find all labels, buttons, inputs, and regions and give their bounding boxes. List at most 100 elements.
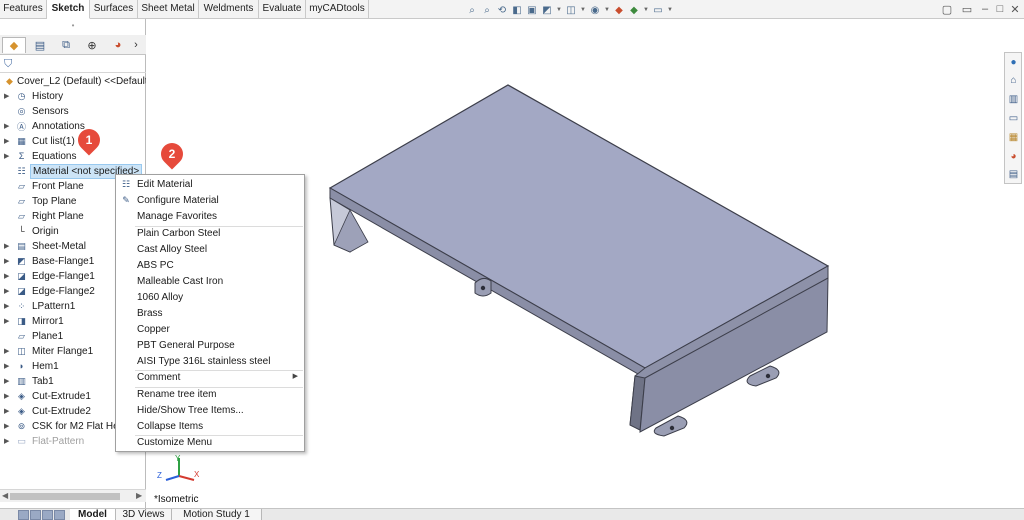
expand-arrow-icon[interactable]: ▶ <box>4 122 10 130</box>
panel-grip[interactable]: • <box>0 19 146 35</box>
sheet-metal-cover-model[interactable] <box>320 80 840 440</box>
expand-arrow-icon[interactable]: ▶ <box>4 317 10 325</box>
view-orientation-icon[interactable]: ◩ <box>541 4 553 16</box>
expand-arrow-icon[interactable]: ▶ <box>4 422 10 430</box>
menu-item-malleable-cast-iron[interactable]: Malleable Cast Iron <box>116 274 304 289</box>
expand-arrow-icon[interactable]: ▶ <box>4 152 10 160</box>
menu-item-collapse-items[interactable]: Collapse Items <box>116 419 304 434</box>
tree-item-part[interactable]: ◆ Cover_L2 (Default) <<Default> <box>0 74 146 89</box>
minimize-icon[interactable]: – <box>978 3 992 15</box>
tile-icon[interactable]: ▭ <box>960 3 974 16</box>
menu-item-comment[interactable]: Comment ▶ <box>116 370 304 385</box>
tab-weldments[interactable]: Weldments <box>199 0 259 19</box>
tree-item-cut-list[interactable]: ▶ ▦ Cut list(1) <box>0 134 146 149</box>
view-settings-icon[interactable]: ▭ <box>652 4 664 16</box>
zoom-area-icon[interactable]: ⌕ <box>481 4 493 16</box>
menu-item-abs-pc[interactable]: ABS PC <box>116 258 304 273</box>
menu-item-rename-tree-item[interactable]: Rename tree item <box>116 387 304 402</box>
tree-item-annotations[interactable]: ▶ Ⓐ Annotations <box>0 119 146 134</box>
menu-item-hide-show-tree-items[interactable]: Hide/Show Tree Items... <box>116 403 304 418</box>
appearance-icon[interactable]: ◆ <box>613 4 625 16</box>
expand-arrow-icon[interactable]: ▶ <box>4 137 10 145</box>
view-orientation-label: *Isometric <box>154 494 199 505</box>
dynamic-annotation-icon[interactable]: ▣ <box>526 4 538 16</box>
solidworks-forum-icon[interactable]: ▤ <box>1007 168 1020 181</box>
scroll-left-icon[interactable]: ◀ <box>2 491 8 500</box>
property-manager-icon[interactable]: ▤ <box>28 37 52 53</box>
tree-filter[interactable]: ⛉ <box>0 56 146 73</box>
menu-item-brass[interactable]: Brass <box>116 306 304 321</box>
home-icon[interactable]: ⌂ <box>1007 74 1020 87</box>
file-explorer-icon[interactable]: ▭ <box>1007 112 1020 125</box>
chevron-down-icon[interactable]: ▼ <box>643 4 649 16</box>
scrollbar-thumb[interactable] <box>10 493 120 500</box>
task-pane-toolbar: ● ⌂ ▥ ▭ ▦ ◕ ▤ <box>1004 52 1022 184</box>
appearances-icon[interactable]: ◕ <box>1007 150 1020 163</box>
expand-arrow-icon[interactable]: ▶ <box>4 287 10 295</box>
tab-mycadtools[interactable]: myCADtools <box>306 0 369 19</box>
tab-sheet-metal[interactable]: Sheet Metal <box>138 0 199 19</box>
expand-arrow-icon[interactable]: ▶ <box>4 242 10 250</box>
sensors-icon: ◎ <box>17 105 26 116</box>
menu-item-cast-alloy-steel[interactable]: Cast Alloy Steel <box>116 242 304 257</box>
menu-item-edit-material[interactable]: ☷ Edit Material <box>116 177 304 192</box>
expand-arrow-icon[interactable]: ▶ <box>4 92 10 100</box>
first-tab-icon[interactable] <box>18 510 29 520</box>
dimxpert-icon[interactable]: ⊕ <box>80 37 104 53</box>
zoom-to-fit-icon[interactable]: ⌕ <box>466 4 478 16</box>
configuration-manager-icon[interactable]: ⧉ <box>54 37 78 53</box>
menu-item-aisi-316l[interactable]: AISI Type 316L stainless steel <box>116 354 304 369</box>
tab-model[interactable]: Model <box>70 509 116 520</box>
tab-features[interactable]: Features <box>0 0 47 19</box>
restore-icon[interactable]: ▢ <box>940 3 954 16</box>
display-style-icon[interactable]: ◫ <box>565 4 577 16</box>
menu-item-pbt-general-purpose[interactable]: PBT General Purpose <box>116 338 304 353</box>
previous-view-icon[interactable]: ⟲ <box>496 4 508 16</box>
model-hole-3 <box>669 425 675 431</box>
feature-manager-icon[interactable]: ◆ <box>2 37 26 53</box>
tab-sketch[interactable]: Sketch <box>47 0 90 19</box>
section-view-icon[interactable]: ◧ <box>511 4 523 16</box>
tree-item-history[interactable]: ▶ ◷ History <box>0 89 146 104</box>
menu-item-manage-favorites[interactable]: Manage Favorites <box>116 209 304 224</box>
hide-show-icon[interactable]: ◉ <box>589 4 601 16</box>
menu-item-customize-menu[interactable]: Customize Menu <box>116 435 304 450</box>
expand-arrow-icon[interactable]: ▶ <box>4 257 10 265</box>
more-tabs-icon[interactable]: › <box>128 37 144 53</box>
scroll-right-icon[interactable]: ▶ <box>136 491 142 500</box>
tree-item-sensors[interactable]: ◎ Sensors <box>0 104 146 119</box>
menu-item-plain-carbon-steel[interactable]: Plain Carbon Steel <box>116 226 304 241</box>
menu-item-copper[interactable]: Copper <box>116 322 304 337</box>
chevron-down-icon[interactable]: ▼ <box>667 4 673 16</box>
custom-properties-icon[interactable]: ▦ <box>1007 131 1020 144</box>
tab-evaluate[interactable]: Evaluate <box>259 0 306 19</box>
view-palette-icon[interactable]: ▥ <box>1007 93 1020 106</box>
tab-surfaces[interactable]: Surfaces <box>90 0 138 19</box>
expand-arrow-icon[interactable]: ▶ <box>4 272 10 280</box>
chevron-down-icon[interactable]: ▼ <box>604 4 610 16</box>
close-icon[interactable]: ✕ <box>1008 3 1022 16</box>
expand-arrow-icon[interactable]: ▶ <box>4 362 10 370</box>
menu-item-1060-alloy[interactable]: 1060 Alloy <box>116 290 304 305</box>
next-tab-icon[interactable] <box>42 510 53 520</box>
expand-arrow-icon[interactable]: ▶ <box>4 407 10 415</box>
menu-item-configure-material[interactable]: ✎ Configure Material <box>116 193 304 208</box>
expand-arrow-icon[interactable]: ▶ <box>4 437 10 445</box>
design-library-icon[interactable]: ● <box>1007 56 1020 69</box>
chevron-down-icon[interactable]: ▼ <box>580 4 586 16</box>
expand-arrow-icon[interactable]: ▶ <box>4 392 10 400</box>
expand-arrow-icon[interactable]: ▶ <box>4 347 10 355</box>
chevron-down-icon[interactable]: ▼ <box>556 4 562 16</box>
tree-item-equations[interactable]: ▶ Σ Equations <box>0 149 146 164</box>
maximize-icon[interactable]: □ <box>993 3 1007 15</box>
material-icon: ☷ <box>17 165 26 176</box>
expand-arrow-icon[interactable]: ▶ <box>4 377 10 385</box>
last-tab-icon[interactable] <box>54 510 65 520</box>
tab-motion-study[interactable]: Motion Study 1 <box>172 509 262 520</box>
tree-horizontal-scrollbar[interactable]: ◀ ▶ <box>0 489 146 502</box>
scene-icon[interactable]: ◆ <box>628 4 640 16</box>
previous-tab-icon[interactable] <box>30 510 41 520</box>
display-manager-icon[interactable]: ◕ <box>106 37 130 53</box>
expand-arrow-icon[interactable]: ▶ <box>4 302 10 310</box>
tab-3d-views[interactable]: 3D Views <box>116 509 172 520</box>
